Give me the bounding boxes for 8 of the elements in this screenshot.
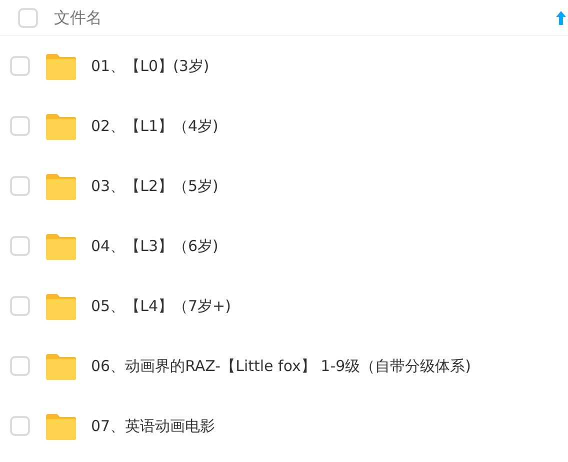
folder-name[interactable]: 06、动画界的RAZ-【Little fox】 1-9级（自带分级体系) <box>91 354 472 378</box>
folder-name[interactable]: 07、英语动画电影 <box>91 414 216 438</box>
folder-name[interactable]: 02、【L1】（4岁) <box>91 114 218 138</box>
column-header[interactable]: 文件名 <box>54 6 102 30</box>
folder-name[interactable]: 05、【L4】（7岁+) <box>91 294 231 318</box>
folder-name[interactable]: 04、【L3】（6岁) <box>91 234 218 258</box>
folder-name[interactable]: 01、【L0】(3岁) <box>91 54 210 78</box>
folder-name[interactable]: 03、【L2】（5岁) <box>91 174 218 198</box>
